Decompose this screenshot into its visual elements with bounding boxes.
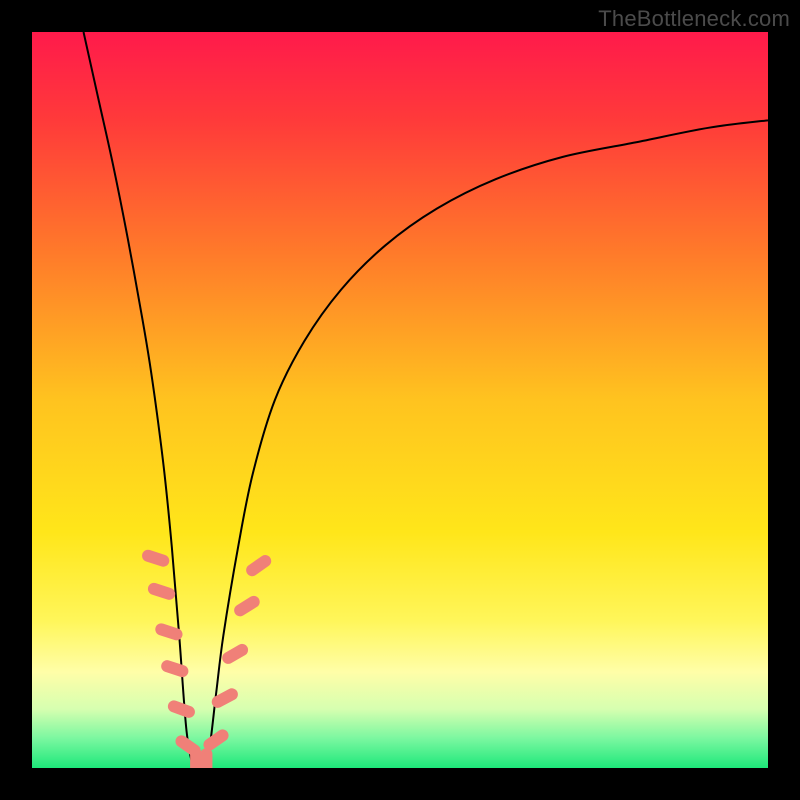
chart-frame [32,32,768,768]
watermark-text: TheBottleneck.com [598,6,790,32]
highlight-dash [200,748,212,768]
bottleneck-chart [32,32,768,768]
highlight-dash [190,748,202,768]
gradient-background [32,32,768,768]
